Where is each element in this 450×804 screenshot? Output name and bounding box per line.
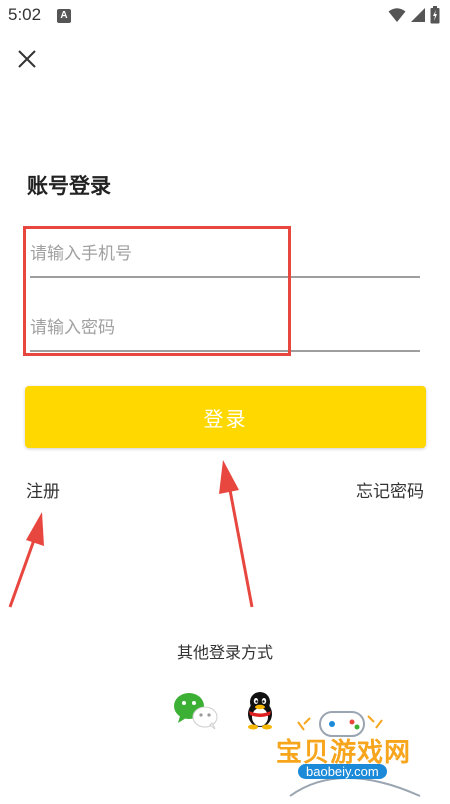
wechat-icon: [174, 693, 218, 730]
watermark: 宝贝游戏网 baobeiy.com: [270, 700, 440, 800]
watermark-title: 宝贝游戏网: [276, 738, 412, 768]
arrow-to-register: [8, 512, 44, 608]
status-bar: 5:02 A: [0, 0, 450, 32]
login-button[interactable]: 登录: [25, 386, 426, 448]
qq-icon: [248, 692, 272, 730]
register-link[interactable]: 注册: [26, 477, 60, 502]
signal-icon: [411, 8, 425, 22]
arrow-to-login: [219, 460, 254, 608]
close-button[interactable]: [14, 46, 40, 72]
qq-login-button[interactable]: [240, 690, 284, 730]
status-time: 5:02: [8, 5, 42, 24]
status-icons: [388, 6, 440, 24]
battery-icon: [430, 6, 440, 24]
other-login-title: 其他登录方式: [176, 643, 273, 662]
phone-input[interactable]: [30, 232, 420, 278]
wifi-icon: [388, 8, 406, 22]
wechat-login-button[interactable]: [172, 690, 218, 730]
gamepad-icon: [289, 711, 421, 797]
close-icon: [18, 50, 36, 68]
password-input[interactable]: [30, 306, 420, 352]
page-title: 账号登录: [27, 174, 111, 198]
notification-badge: A: [57, 9, 71, 23]
watermark-url: baobeiy.com: [298, 764, 387, 779]
forgot-password-link[interactable]: 忘记密码: [356, 477, 424, 502]
